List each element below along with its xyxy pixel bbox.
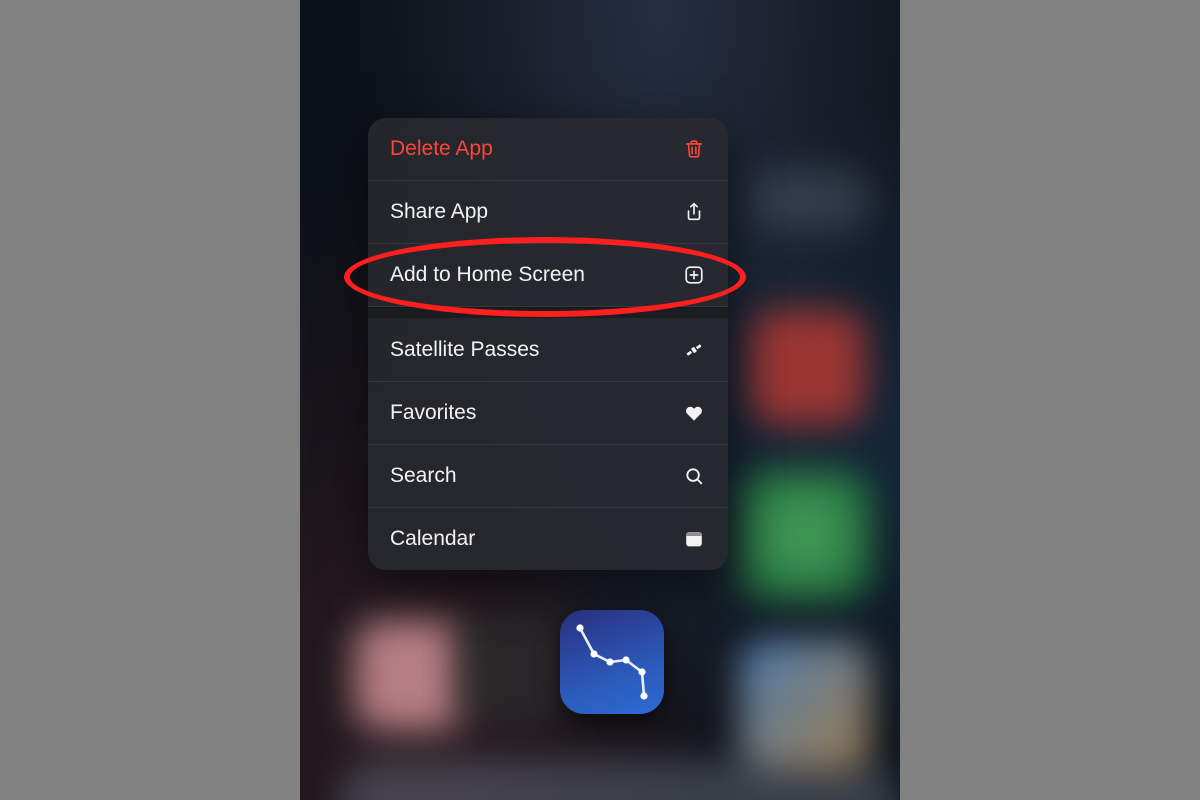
app-context-menu: Delete App Share App — [368, 118, 728, 570]
satellite-icon — [682, 338, 706, 362]
search-icon — [682, 464, 706, 488]
trash-icon — [682, 137, 706, 161]
menu-item-label: Add to Home Screen — [390, 263, 585, 287]
menu-item-label: Search — [390, 464, 457, 488]
stage: Delete App Share App — [0, 0, 1200, 800]
blurred-app-icon — [740, 470, 870, 600]
menu-item-label: Delete App — [390, 137, 493, 161]
phone-home-screen: Delete App Share App — [300, 0, 900, 800]
blurred-app-icon — [355, 620, 465, 730]
menu-item-label: Share App — [390, 200, 488, 224]
blurred-app-icon — [750, 170, 870, 230]
menu-item-label: Satellite Passes — [390, 338, 539, 362]
heart-icon — [682, 401, 706, 425]
menu-item-add-to-home-screen[interactable]: Add to Home Screen — [368, 244, 728, 307]
blurred-app-icon — [740, 640, 870, 770]
plus-box-icon — [682, 263, 706, 287]
menu-item-favorites[interactable]: Favorites — [368, 382, 728, 445]
calendar-icon — [682, 527, 706, 551]
share-icon — [682, 200, 706, 224]
menu-item-share-app[interactable]: Share App — [368, 181, 728, 244]
menu-item-label: Calendar — [390, 527, 475, 551]
menu-item-search[interactable]: Search — [368, 445, 728, 508]
menu-item-calendar[interactable]: Calendar — [368, 508, 728, 570]
menu-section-divider — [368, 307, 728, 319]
blurred-app-icon — [750, 310, 865, 425]
menu-item-label: Favorites — [390, 401, 476, 425]
menu-item-satellite-passes[interactable]: Satellite Passes — [368, 319, 728, 382]
blurred-app-icon — [455, 610, 570, 725]
app-icon-sky-guide[interactable] — [560, 610, 664, 714]
menu-item-delete-app[interactable]: Delete App — [368, 118, 728, 181]
